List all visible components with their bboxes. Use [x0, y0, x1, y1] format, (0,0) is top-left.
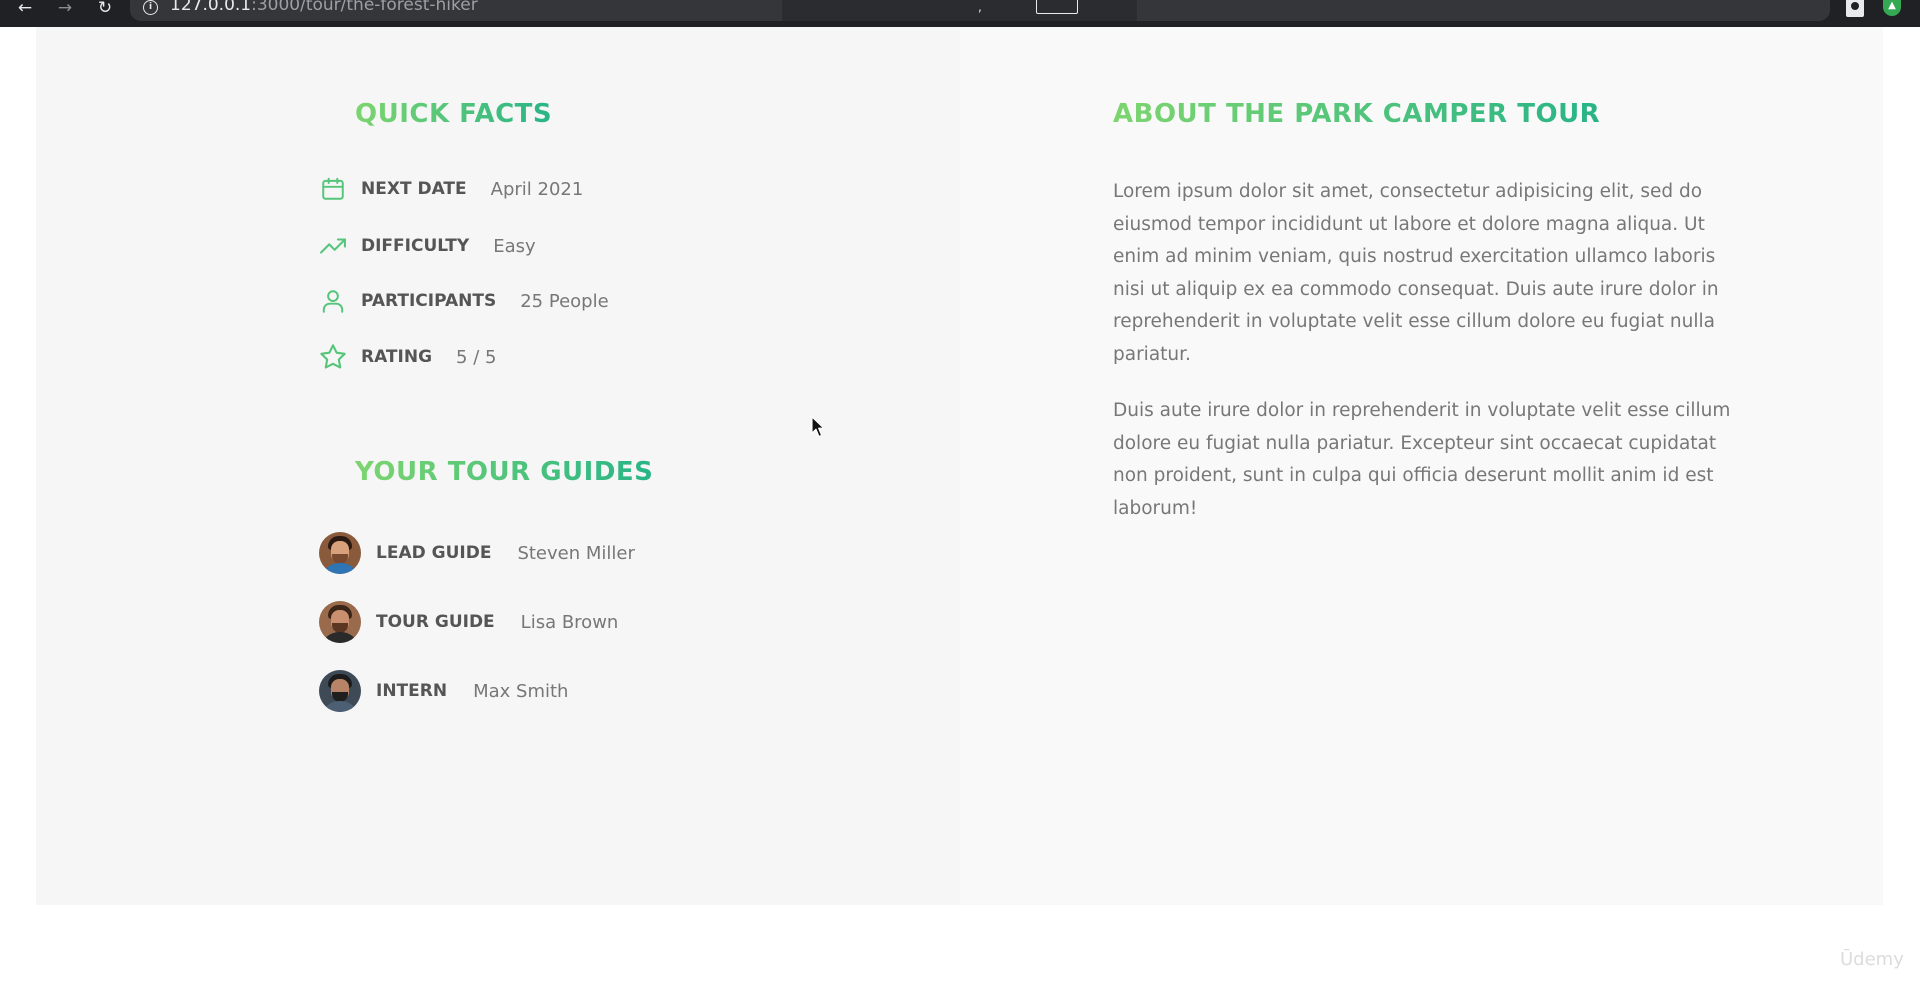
forward-arrow-icon[interactable]: → — [52, 0, 78, 20]
avatar — [319, 670, 361, 712]
fact-next-date: Next date April 2021 — [319, 174, 583, 204]
udemy-watermark: Ūdemy — [1840, 949, 1904, 970]
back-arrow-icon[interactable]: ← — [12, 0, 38, 20]
site-info-icon[interactable]: i — [143, 0, 158, 15]
avatar — [319, 532, 361, 574]
user-icon — [319, 287, 347, 315]
guide-role: Intern — [376, 681, 448, 701]
window-box-icon[interactable] — [1036, 0, 1078, 14]
guide-role: Lead guide — [376, 543, 492, 563]
profile-icon[interactable] — [1846, 0, 1864, 17]
fact-difficulty: Difficulty Easy — [319, 231, 536, 261]
toolbar-dot-icon: , — [978, 0, 982, 14]
star-icon — [319, 343, 347, 371]
about-paragraph: Duis aute irure dolor in reprehenderit i… — [1113, 400, 1731, 519]
url-path: :3000/tour/the-forest-hiker — [251, 0, 478, 15]
toolbar-strip — [782, 0, 1137, 21]
guide-tour: Tour guide Lisa Brown — [319, 601, 618, 643]
guide-name: Steven Miller — [517, 542, 635, 564]
guide-intern: Intern Max Smith — [319, 670, 568, 712]
fact-label: Difficulty — [361, 236, 470, 256]
about-heading: About the park camper tour — [1113, 99, 1601, 129]
fact-label: Next date — [361, 179, 467, 199]
reload-icon[interactable]: ↻ — [92, 0, 118, 20]
fact-value: Easy — [493, 235, 536, 257]
mouse-cursor-icon — [811, 416, 825, 438]
trending-up-icon — [319, 232, 347, 260]
fact-participants: Participants 25 People — [319, 286, 609, 316]
fact-value: 25 People — [520, 290, 609, 312]
browser-toolbar: ← → ↻ i 127.0.0.1:3000/tour/the-forest-h… — [0, 0, 1920, 27]
fact-label: Rating — [361, 347, 433, 367]
guide-role: Tour guide — [376, 612, 495, 632]
guide-name: Max Smith — [473, 680, 569, 702]
tour-guides-heading: Your tour guides — [355, 457, 654, 487]
address-url[interactable]: 127.0.0.1:3000/tour/the-forest-hiker — [170, 0, 478, 15]
fact-label: Participants — [361, 291, 497, 311]
about-paragraph: Lorem ipsum dolor sit amet, consectetur … — [1113, 181, 1719, 365]
quick-facts-heading: Quick facts — [355, 99, 553, 129]
url-host: 127.0.0.1 — [170, 0, 252, 15]
fact-value: 5 / 5 — [456, 346, 497, 368]
calendar-icon — [319, 175, 347, 203]
fact-value: April 2021 — [490, 178, 584, 200]
update-available-icon[interactable]: ▲ — [1883, 0, 1901, 16]
guide-lead: Lead guide Steven Miller — [319, 532, 635, 574]
avatar — [319, 601, 361, 643]
fact-rating: Rating 5 / 5 — [319, 342, 496, 372]
guide-name: Lisa Brown — [520, 611, 619, 633]
